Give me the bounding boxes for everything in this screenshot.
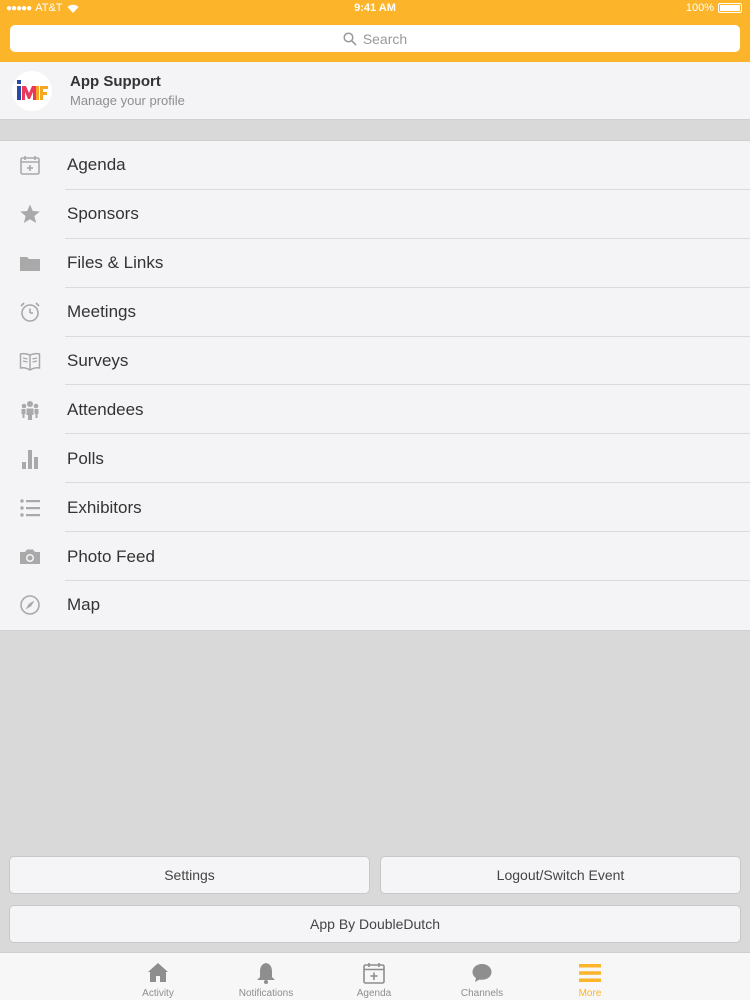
calendar-icon: [18, 153, 42, 177]
open-book-icon: [18, 349, 42, 373]
menu-item-label: Sponsors: [67, 204, 139, 224]
star-icon: [18, 202, 42, 226]
app-by-doubledutch-button[interactable]: App By DoubleDutch: [9, 905, 741, 943]
menu-item-attendees[interactable]: Attendees: [0, 385, 750, 435]
chat-bubble-icon: [470, 961, 494, 985]
camera-icon: [18, 545, 42, 569]
settings-button[interactable]: Settings: [9, 856, 370, 894]
menu-item-files-links[interactable]: Files & Links: [0, 239, 750, 288]
menu-item-polls[interactable]: Polls: [0, 434, 750, 484]
menu-item-label: Surveys: [67, 351, 129, 370]
tab-notifications[interactable]: Notifications: [221, 953, 311, 1000]
list-icon: [18, 496, 42, 520]
battery-percent: 100%: [685, 2, 714, 14]
menu-item-label: Files & Links: [67, 253, 164, 273]
menu-item-label: Agenda: [67, 155, 126, 175]
menu-item-sponsors[interactable]: Sponsors: [0, 190, 750, 239]
tab-agenda[interactable]: Agenda: [329, 953, 419, 1000]
people-icon: [18, 398, 42, 422]
menu-item-map[interactable]: Map: [0, 581, 750, 630]
menu-item-label: Map: [67, 595, 101, 615]
tab-channels[interactable]: Channels: [437, 953, 527, 1000]
profile-subtitle: Manage your profile: [70, 93, 185, 108]
tab-activity[interactable]: Activity: [113, 953, 203, 1000]
tab-more[interactable]: More: [545, 953, 635, 1000]
menu-item-label: Exhibitors: [67, 497, 142, 517]
battery-icon: [718, 3, 742, 13]
menu-item-agenda[interactable]: Agenda: [0, 141, 750, 190]
home-icon: [146, 961, 170, 985]
tab-label: More: [578, 988, 602, 999]
menu-item-exhibitors[interactable]: Exhibitors: [0, 483, 750, 533]
status-bar: ●●●●● AT&T 9:41 AM 100%: [0, 0, 750, 16]
tab-label: Agenda: [356, 988, 392, 999]
header-bar: ●●●●● AT&T 9:41 AM 100% Search: [0, 0, 750, 62]
folder-icon: [18, 251, 42, 275]
profile-row[interactable]: App Support Manage your profile: [0, 62, 750, 120]
bell-icon: [254, 961, 278, 985]
search-placeholder: Search: [362, 30, 408, 47]
menu-item-label: Polls: [67, 448, 104, 468]
logout-switch-event-button[interactable]: Logout/Switch Event: [380, 856, 741, 894]
app-logo: [17, 80, 48, 100]
menu-item-label: Attendees: [67, 399, 144, 419]
menu-item-photo-feed[interactable]: Photo Feed: [0, 532, 750, 582]
menu-item-surveys[interactable]: Surveys: [0, 337, 750, 386]
tab-label: Channels: [460, 988, 504, 999]
menu-icon: [578, 961, 602, 985]
tab-label: Activity: [142, 988, 174, 999]
avatar: [12, 71, 52, 111]
calendar-icon: [362, 961, 386, 985]
menu-item-label: Photo Feed: [67, 546, 155, 566]
tab-label: Notifications: [238, 988, 294, 999]
search-input[interactable]: Search: [10, 25, 740, 52]
menu-item-label: Meetings: [67, 302, 136, 322]
alarm-clock-icon: [18, 300, 42, 324]
compass-icon: [18, 593, 42, 617]
bar-chart-icon: [18, 447, 42, 471]
status-time: 9:41 AM: [354, 2, 396, 14]
menu-item-meetings[interactable]: Meetings: [0, 288, 750, 337]
search-icon: [343, 31, 357, 46]
profile-name: App Support: [70, 73, 161, 90]
tab-bar: Activity Notifications Agenda Channels M…: [0, 952, 750, 1000]
more-menu-list: Agenda Sponsors Files & Links Meetings S…: [0, 140, 750, 631]
